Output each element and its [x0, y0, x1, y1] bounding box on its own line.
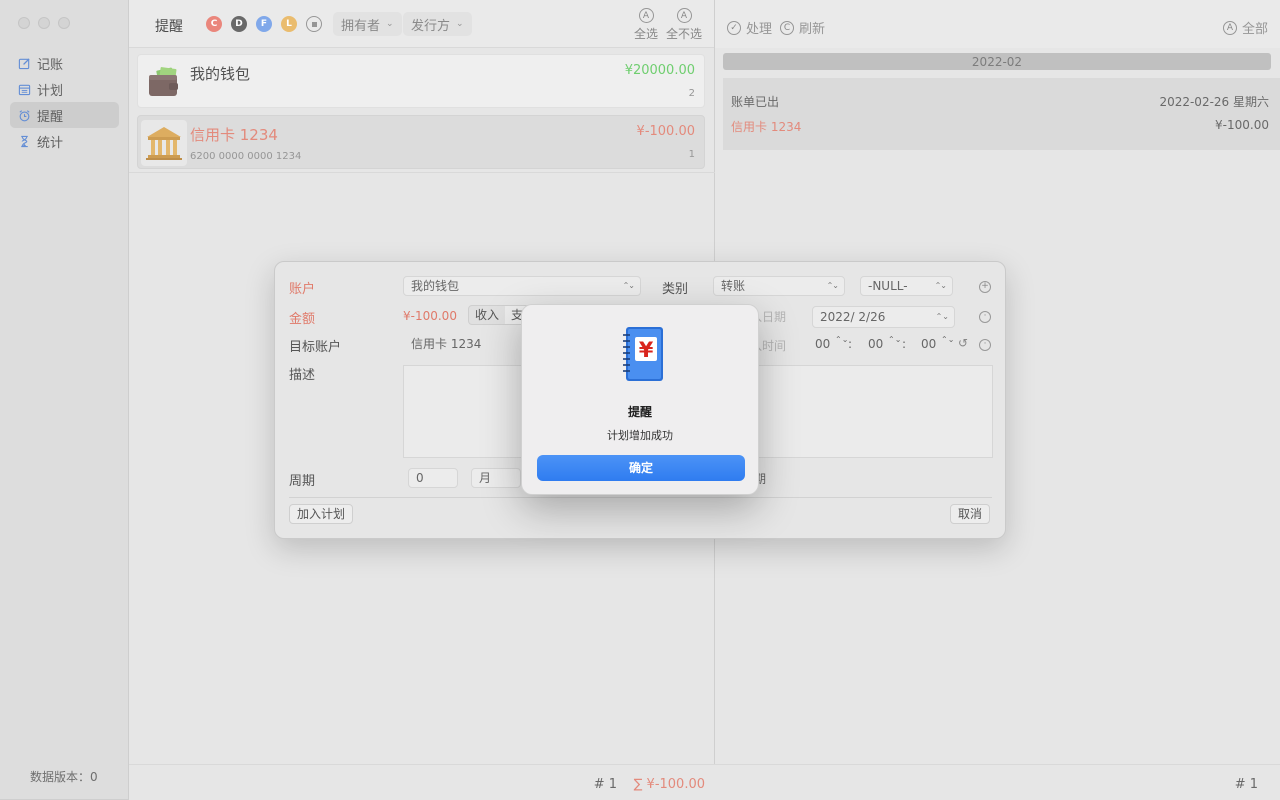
- minute-stepper-icon[interactable]: ⌃⌄: [888, 335, 901, 344]
- ledger-book-icon: ¥: [618, 326, 666, 383]
- alert-dialog: ¥ 提醒 计划增加成功 确定: [521, 304, 759, 495]
- category-label: 类别: [662, 282, 689, 297]
- alert-title: 提醒: [627, 405, 652, 419]
- add-category-icon[interactable]: +: [979, 281, 991, 293]
- hour-stepper-icon[interactable]: ⌃⌄: [835, 335, 848, 344]
- period-unit-select[interactable]: 月: [471, 468, 521, 488]
- amount-value[interactable]: ¥-100.00: [403, 309, 457, 323]
- description-label: 描述: [289, 368, 316, 383]
- account-label: 账户: [289, 282, 316, 297]
- period-count-field[interactable]: 0: [408, 468, 458, 488]
- date-picker[interactable]: 2022/ 2/26 ⌃⌄: [812, 306, 955, 328]
- stepper-icon[interactable]: ⌃⌄: [936, 307, 949, 327]
- confirm-button[interactable]: 确定: [537, 455, 745, 481]
- alert-message: 计划增加成功: [607, 429, 673, 442]
- svg-text:¥: ¥: [639, 338, 654, 362]
- hour-field[interactable]: 00: [815, 337, 830, 351]
- divider: [289, 497, 992, 498]
- cancel-button[interactable]: 取消: [949, 504, 990, 524]
- minute-field[interactable]: 00: [868, 337, 883, 351]
- target-account-select[interactable]: 信用卡 1234: [403, 334, 523, 354]
- clock-icon[interactable]: ·: [979, 311, 991, 323]
- target-account-label: 目标账户: [289, 340, 342, 355]
- time-separator: :: [902, 337, 907, 351]
- add-plan-button[interactable]: 加入计划: [289, 504, 354, 524]
- clock-icon[interactable]: ·: [979, 339, 991, 351]
- category-select[interactable]: 转账: [713, 276, 845, 296]
- app-window: 记账 计划 提醒 统计 数据版本：0 提醒 C D F L 拥有者 ⌄ 发行方 …: [0, 0, 1280, 800]
- second-stepper-icon[interactable]: ⌃⌄: [941, 335, 954, 344]
- period-label: 周期: [289, 474, 316, 489]
- time-separator: :: [848, 337, 853, 351]
- reset-time-icon[interactable]: ↺: [958, 336, 968, 350]
- second-field[interactable]: 00: [921, 337, 936, 351]
- subcategory-select[interactable]: -NULL-: [860, 276, 953, 296]
- amount-label: 金额: [289, 312, 316, 327]
- date-value: 2022/ 2/26: [820, 310, 886, 324]
- account-select[interactable]: 我的钱包: [403, 276, 641, 296]
- income-tab[interactable]: 收入: [469, 306, 505, 324]
